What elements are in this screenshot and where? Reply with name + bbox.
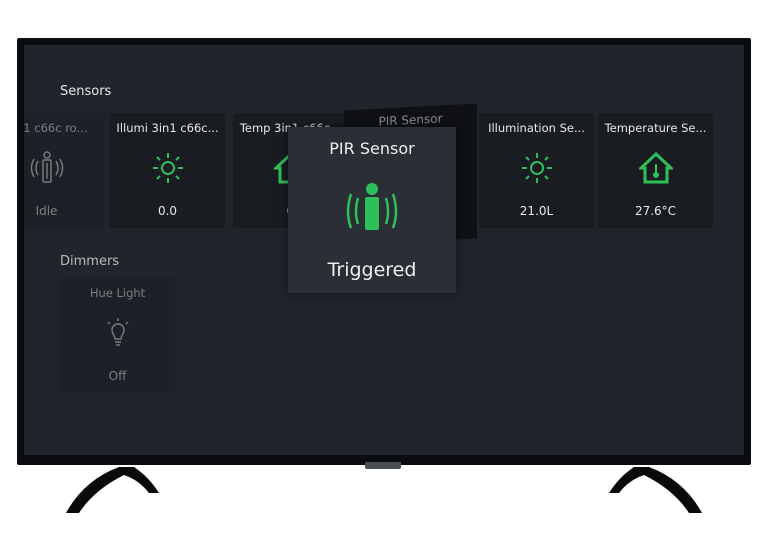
card-value: Off (108, 369, 127, 383)
card-value: 27.6°C (634, 204, 677, 218)
card-value: Idle (35, 204, 58, 218)
sun-icon (110, 151, 225, 185)
pir-sensor-focused-card[interactable]: PIR Sensor Triggered (288, 127, 456, 293)
motion-sensor-icon (288, 182, 456, 232)
motion-sensor-icon (24, 151, 104, 185)
tv-leg-right (609, 467, 702, 513)
card-value: 21.0L (519, 204, 554, 218)
dimmers-heading: Dimmers (60, 254, 120, 269)
tv-leg-left (66, 467, 159, 513)
sensor-card[interactable]: Illumi 3in1 c66c... 0.0 (110, 113, 225, 228)
popup-value: Triggered (327, 259, 417, 281)
card-title: Illumination Se... (488, 121, 585, 135)
tv-screen: Sensors 3in1 c66c ro... Idle Illumi 3in1… (24, 45, 744, 455)
card-title: Temperature Se... (604, 121, 707, 135)
card-title: Hue Light (89, 286, 146, 300)
card-title: 3in1 c66c ro... (24, 121, 88, 135)
sensor-card[interactable]: 3in1 c66c ro... Idle (24, 113, 104, 228)
card-value: 0.0 (157, 204, 178, 218)
sensors-heading: Sensors (60, 84, 112, 99)
home-thermometer-icon (598, 151, 713, 185)
dimmer-card[interactable]: Hue Light Off (60, 278, 175, 393)
sun-icon (479, 151, 594, 185)
popup-title: PIR Sensor (329, 139, 415, 158)
sensor-card[interactable]: Illumination Se... 21.0L (479, 113, 594, 228)
card-title: Illumi 3in1 c66c... (116, 121, 219, 135)
sensor-card[interactable]: Temperature Se... 27.6°C (598, 113, 713, 228)
tv-logo-chin (365, 462, 401, 469)
lightbulb-icon (60, 316, 175, 350)
